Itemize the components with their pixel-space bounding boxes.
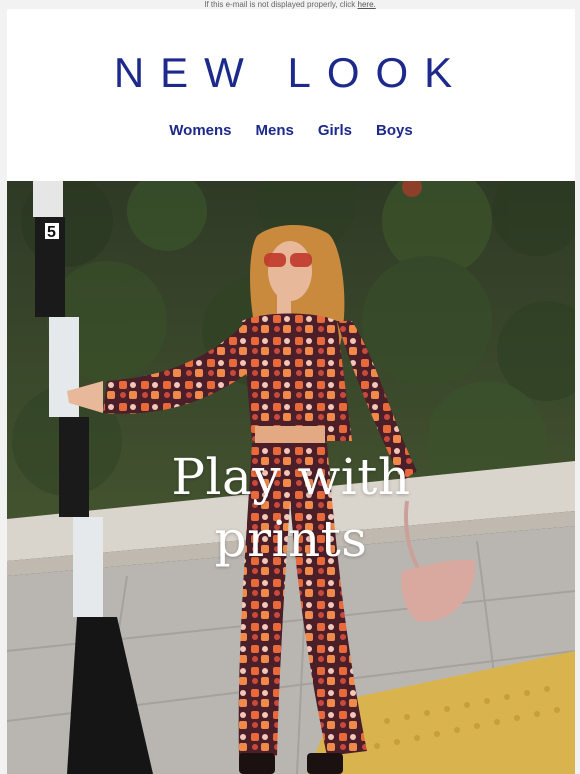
new-look-logo: NEW LOOK: [114, 55, 468, 91]
logo-wordmark: NEW LOOK: [114, 55, 468, 91]
hero-headline-line-1: Play with: [171, 448, 411, 506]
nav-item-womens[interactable]: Womens: [157, 122, 243, 140]
preheader-text: If this e-mail is not displayed properly…: [204, 0, 358, 9]
preheader: If this e-mail is not displayed properly…: [0, 0, 580, 9]
nav-item-girls[interactable]: Girls: [306, 122, 364, 140]
view-in-browser-link[interactable]: here.: [358, 0, 376, 9]
nav-item-mens[interactable]: Mens: [244, 122, 306, 140]
hero-headline: Play with prints: [7, 446, 575, 570]
hero-banner[interactable]: 5 Play with prints: [7, 181, 575, 774]
hero-headline-line-2: prints: [214, 510, 368, 568]
pole-number: 5: [47, 224, 56, 241]
brand-logo[interactable]: NEW LOOK: [7, 55, 575, 91]
nav-item-boys[interactable]: Boys: [364, 122, 425, 140]
email-body: NEW LOOK Womens Mens Girls Boys 5 Play w…: [7, 9, 575, 774]
category-nav: Womens Mens Girls Boys: [7, 122, 575, 140]
